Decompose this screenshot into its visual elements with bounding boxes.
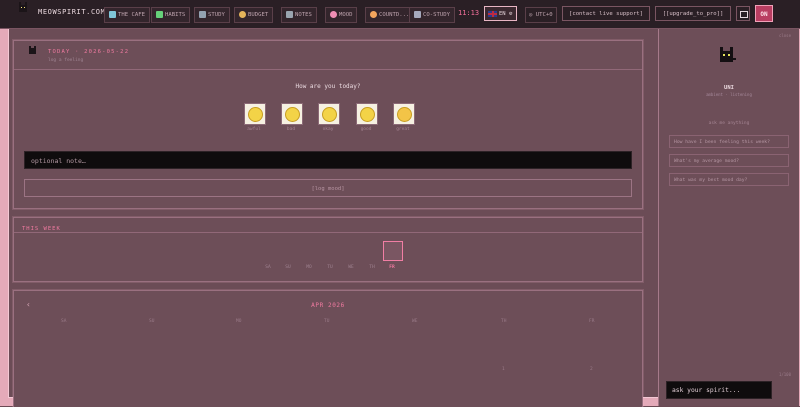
spirit-panel: close UNI ambient · listening ask me any… — [658, 29, 799, 406]
selected-day-box[interactable] — [383, 241, 403, 261]
panel-corner-label[interactable]: close — [779, 33, 791, 38]
calendar-day[interactable]: 2 — [590, 367, 593, 372]
ask-spirit-input[interactable]: ask your spirit... — [666, 381, 772, 399]
clock-icon — [370, 11, 377, 18]
mood-great-button[interactable] — [393, 103, 415, 125]
day-label-active[interactable]: FR — [386, 265, 398, 270]
language-selector[interactable]: EN ⚙ — [484, 6, 517, 21]
today-title: TODAY · 2026-05-22 — [48, 49, 130, 55]
day-label[interactable]: TU — [324, 265, 336, 270]
top-nav: MEOWSPIRIT.COM THE CAFE HABITS STUDY BUD… — [0, 0, 800, 29]
today-panel: TODAY · 2026-05-22 log a feeling How are… — [13, 40, 643, 209]
people-icon — [414, 11, 421, 18]
nav-study[interactable]: STUDY — [194, 7, 230, 23]
gear-icon: ⚙ — [508, 11, 513, 17]
nav-budget[interactable]: BUDGET — [234, 7, 274, 23]
weekday-header: SU — [149, 319, 155, 324]
mood-good-button[interactable] — [356, 103, 378, 125]
cafe-icon — [109, 11, 116, 18]
weekday-header: FR — [589, 319, 595, 324]
suggestion-button[interactable]: What's my average mood? — [669, 154, 789, 167]
nav-countdown[interactable]: COUNTD... — [365, 7, 415, 23]
check-icon — [156, 11, 163, 18]
day-label[interactable]: TH — [366, 265, 378, 270]
brand-name[interactable]: MEOWSPIRIT.COM — [38, 8, 105, 16]
clock-time: 11:13 — [458, 9, 480, 17]
weekday-header: MO — [236, 319, 242, 324]
weekday-header: WE — [412, 319, 418, 324]
day-label[interactable]: SA — [262, 265, 274, 270]
nav-mood[interactable]: MOOD — [325, 7, 358, 23]
message-counter: 1/100 — [778, 372, 791, 377]
spirit-name: UNI — [724, 85, 734, 91]
book-icon — [199, 11, 206, 18]
week-panel: THIS WEEK SA SU MO TU WE TH FR — [13, 217, 643, 282]
day-label[interactable]: SU — [282, 265, 294, 270]
calendar-month: APR 2026 — [311, 302, 345, 309]
mood-label: awful — [247, 127, 261, 132]
spirit-cat-avatar — [720, 47, 736, 62]
money-bag-icon — [239, 11, 246, 18]
weekday-header: TH — [501, 319, 507, 324]
week-title: THIS WEEK — [22, 226, 61, 232]
cat-icon — [29, 46, 36, 54]
mood-label: okay — [322, 127, 334, 132]
contact-support-button[interactable]: [contact live support] — [562, 6, 650, 21]
suggestion-button[interactable]: How have I been feeling this week? — [669, 135, 789, 148]
mood-label: great — [396, 127, 410, 132]
today-subtitle: log a feeling — [48, 58, 84, 63]
calendar-panel: ‹ APR 2026 SA SU MO TU WE TH FR 1 2 — [13, 290, 643, 407]
day-label[interactable]: WE — [345, 265, 357, 270]
mood-okay-button[interactable] — [318, 103, 340, 125]
nav-habits[interactable]: HABITS — [151, 7, 191, 23]
mood-question: How are you today? — [295, 83, 361, 90]
globe-icon: ◎ — [529, 12, 533, 18]
log-mood-button[interactable]: [log mood] — [24, 179, 632, 197]
flower-icon — [330, 11, 337, 18]
bad-face-icon — [285, 107, 300, 122]
suggestion-button[interactable]: What was my best mood day? — [669, 173, 789, 186]
note-icon — [286, 11, 293, 18]
mood-label: bad — [286, 127, 296, 132]
upgrade-button[interactable]: [[upgrade_to_pro]] — [655, 6, 731, 21]
good-face-icon — [360, 107, 375, 122]
chat-toggle-button[interactable] — [736, 6, 750, 21]
mood-bad-button[interactable] — [281, 103, 303, 125]
power-toggle[interactable]: ON — [755, 5, 773, 22]
great-face-icon — [397, 107, 412, 122]
chat-bubble-icon — [740, 11, 748, 18]
day-label[interactable]: MO — [303, 265, 315, 270]
nav-co-study[interactable]: CO-STUDY — [409, 7, 455, 23]
today-header — [14, 41, 642, 70]
awful-face-icon — [248, 107, 263, 122]
mood-note-input[interactable]: optional note… — [24, 151, 632, 169]
week-header — [14, 218, 642, 233]
uk-flag-icon — [488, 10, 497, 17]
nav-cafe[interactable]: THE CAFE — [104, 7, 150, 23]
spirit-cat-logo — [19, 2, 27, 12]
nav-notes[interactable]: NOTES — [281, 7, 317, 23]
spirit-status: ambient · listening — [706, 92, 752, 97]
calendar-day[interactable]: 1 — [502, 367, 505, 372]
timezone-selector[interactable]: ◎ UTC+0 — [525, 7, 557, 23]
okay-face-icon — [322, 107, 337, 122]
mood-label: good — [360, 127, 372, 132]
weekday-header: SA — [61, 319, 67, 324]
suggestions-label: ask me anything — [708, 121, 750, 126]
weekday-header: TU — [324, 319, 330, 324]
mood-awful-button[interactable] — [244, 103, 266, 125]
